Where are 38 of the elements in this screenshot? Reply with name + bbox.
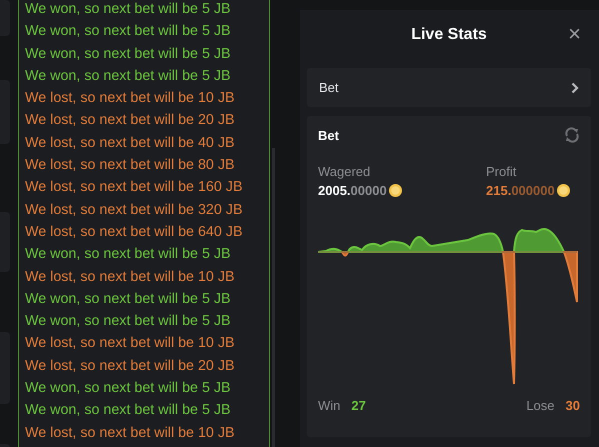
log-line: We lost, so next bet will be 40 JB [25, 134, 236, 153]
log-line: We lost, so next bet will be 10 JB [25, 334, 236, 354]
log-line: We lost, so next bet will be 10 JB [25, 268, 236, 287]
log-line: We won, so next bet will be 5 JB [25, 0, 232, 19]
log-line: We lost, so next bet will be 80 JB [25, 156, 236, 176]
refresh-icon[interactable] [564, 127, 580, 143]
profit-label: Profit [486, 164, 518, 179]
log-line: We lost, so next bet will be 320 JB [25, 200, 244, 220]
bet-dropdown[interactable]: Bet [307, 68, 591, 107]
log-line: We won, so next bet will be 5 JB [25, 22, 232, 42]
log-line: We lost, so next bet will be 160 JB [25, 178, 244, 198]
chevron-icon [571, 82, 579, 94]
log-line: We won, so next bet will be 5 JB [25, 245, 232, 264]
lose-label: Lose [526, 398, 555, 413]
lose-count: 30 [566, 398, 580, 413]
loss-area [341, 251, 349, 257]
win-label: Win [318, 398, 340, 413]
panel-title: Live Stats [411, 26, 487, 44]
loss-area [563, 251, 578, 303]
coin-icon [556, 184, 570, 197]
coin-icon [388, 184, 402, 197]
log-line: We lost, so next bet will be 20 JB [25, 111, 236, 130]
wagered-amount: 2005.00000 [318, 183, 387, 198]
close-button[interactable]: × [568, 23, 581, 45]
win-count: 27 [351, 398, 366, 413]
log-line: We won, so next bet will be 5 JB [25, 44, 232, 64]
log-line: We lost, so next bet will be 10 JB [25, 424, 236, 443]
card-title: Bet [318, 128, 339, 142]
log-line: We won, so next bet will be 5 JB [25, 66, 232, 86]
log-line: We lost, so next bet will be 20 JB [25, 356, 236, 376]
log-line: We lost, so next bet will be 640 JB [25, 222, 244, 242]
wagered-label: Wagered [318, 164, 372, 179]
log-line: We won, so next bet will be 5 JB [25, 401, 232, 420]
profit-amount: 215.000000 [486, 183, 555, 198]
log-line: We won, so next bet will be 5 JB [25, 290, 232, 309]
log-line: We won, so next bet will be 5 JB [25, 312, 232, 332]
log-line: We lost, so next bet will be 10 JB [25, 89, 236, 108]
log-line: We won, so next bet will be 5 JB [25, 379, 232, 398]
